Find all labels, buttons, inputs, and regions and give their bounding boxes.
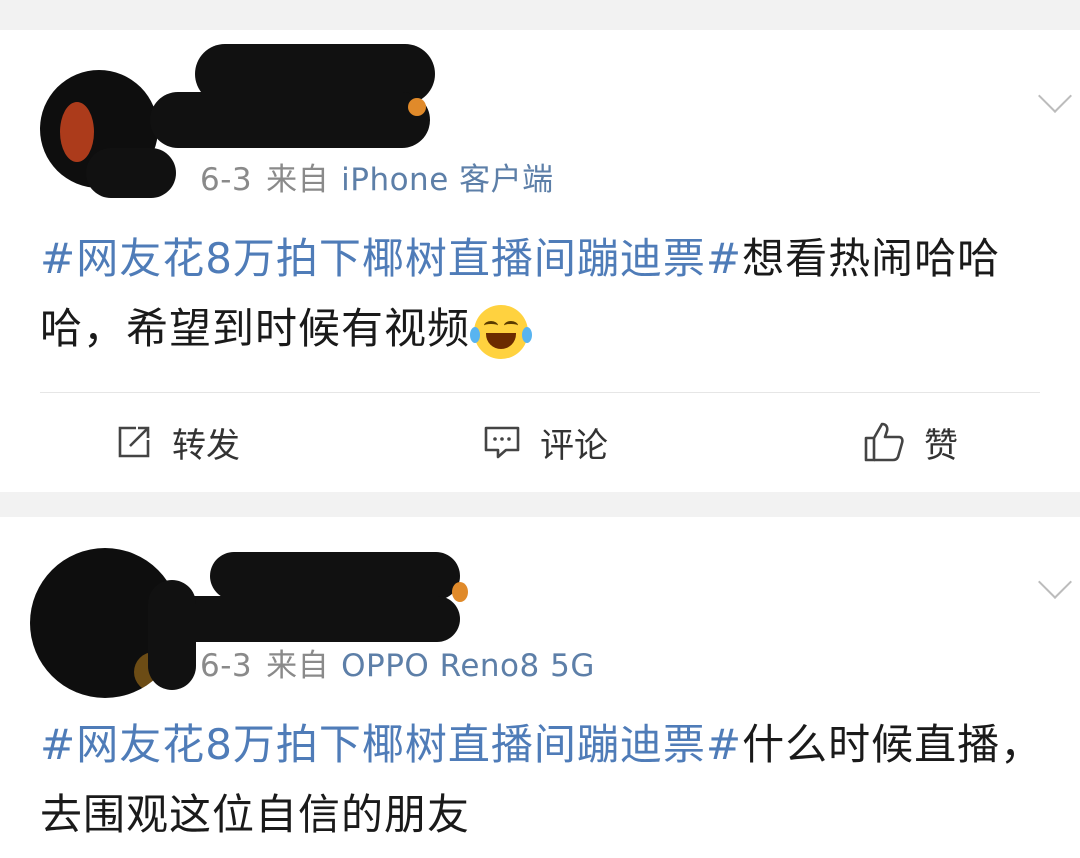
action-divider [40, 392, 1040, 393]
nickname-redaction [170, 596, 460, 642]
topic-link[interactable]: #网友花8万拍下椰树直播间蹦迪票# [40, 234, 742, 283]
nickname-redaction [148, 580, 196, 690]
comment-button[interactable]: 评论 [482, 418, 608, 466]
post-text: #网友花8万拍下椰树直播间蹦迪票#什么时候直播，去围观这位自信的朋友 [40, 710, 1050, 850]
topic-link[interactable]: #网友花8万拍下椰树直播间蹦迪票# [40, 720, 742, 769]
laughing-with-tears-emoji-icon [470, 304, 533, 359]
nickname-redaction [86, 148, 176, 198]
post-source[interactable]: iPhone 客户端 [341, 162, 554, 198]
verified-badge-icon [408, 98, 426, 116]
repost-label: 转发 [172, 425, 240, 466]
thumbs-up-icon [864, 422, 904, 462]
post-meta: 6-3 来自 iPhone 客户端 [200, 154, 554, 199]
comment-icon [484, 426, 520, 459]
repost-icon [118, 426, 150, 458]
post-date: 6-3 [200, 162, 253, 198]
post-date: 6-3 [200, 648, 253, 684]
from-label: 来自 [266, 162, 330, 198]
post-source[interactable]: OPPO Reno8 5G [341, 648, 595, 684]
feed-top-gap [0, 0, 1080, 30]
verified-badge-icon [452, 582, 468, 602]
from-label: 来自 [266, 648, 330, 684]
post-text: #网友花8万拍下椰树直播间蹦迪票#想看热闹哈哈哈，希望到时候有视频 [40, 224, 1050, 364]
comment-label: 评论 [540, 425, 608, 466]
like-button[interactable]: 赞 [862, 418, 958, 466]
nickname-redaction [210, 552, 460, 600]
nickname-redaction [150, 92, 430, 148]
repost-button[interactable]: 转发 [114, 418, 240, 466]
like-label: 赞 [924, 425, 958, 466]
post-meta: 6-3 来自 OPPO Reno8 5G [200, 640, 595, 685]
